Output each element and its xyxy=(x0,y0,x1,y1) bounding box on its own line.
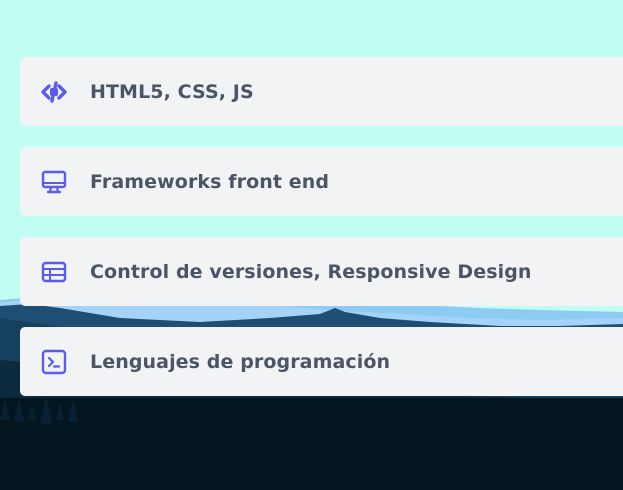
skill-card-label: HTML5, CSS, JS xyxy=(90,80,254,103)
skill-card-html-css-js[interactable]: HTML5, CSS, JS xyxy=(20,57,623,126)
skill-card-frameworks[interactable]: Frameworks front end xyxy=(20,147,623,216)
skills-section: HTML5, CSS, JS Frameworks front end Cont… xyxy=(0,0,623,490)
terminal-icon xyxy=(40,348,68,376)
skill-card-label: Frameworks front end xyxy=(90,170,330,193)
code-icon xyxy=(40,78,68,106)
skill-card-label: Control de versiones, Responsive Design xyxy=(90,260,532,283)
desktop-icon xyxy=(40,168,68,196)
table-icon xyxy=(40,258,68,286)
skill-card-label: Lenguajes de programación xyxy=(90,350,391,373)
skill-card-version-control[interactable]: Control de versiones, Responsive Design xyxy=(20,237,623,306)
skill-card-programming-languages[interactable]: Lenguajes de programación xyxy=(20,327,623,396)
